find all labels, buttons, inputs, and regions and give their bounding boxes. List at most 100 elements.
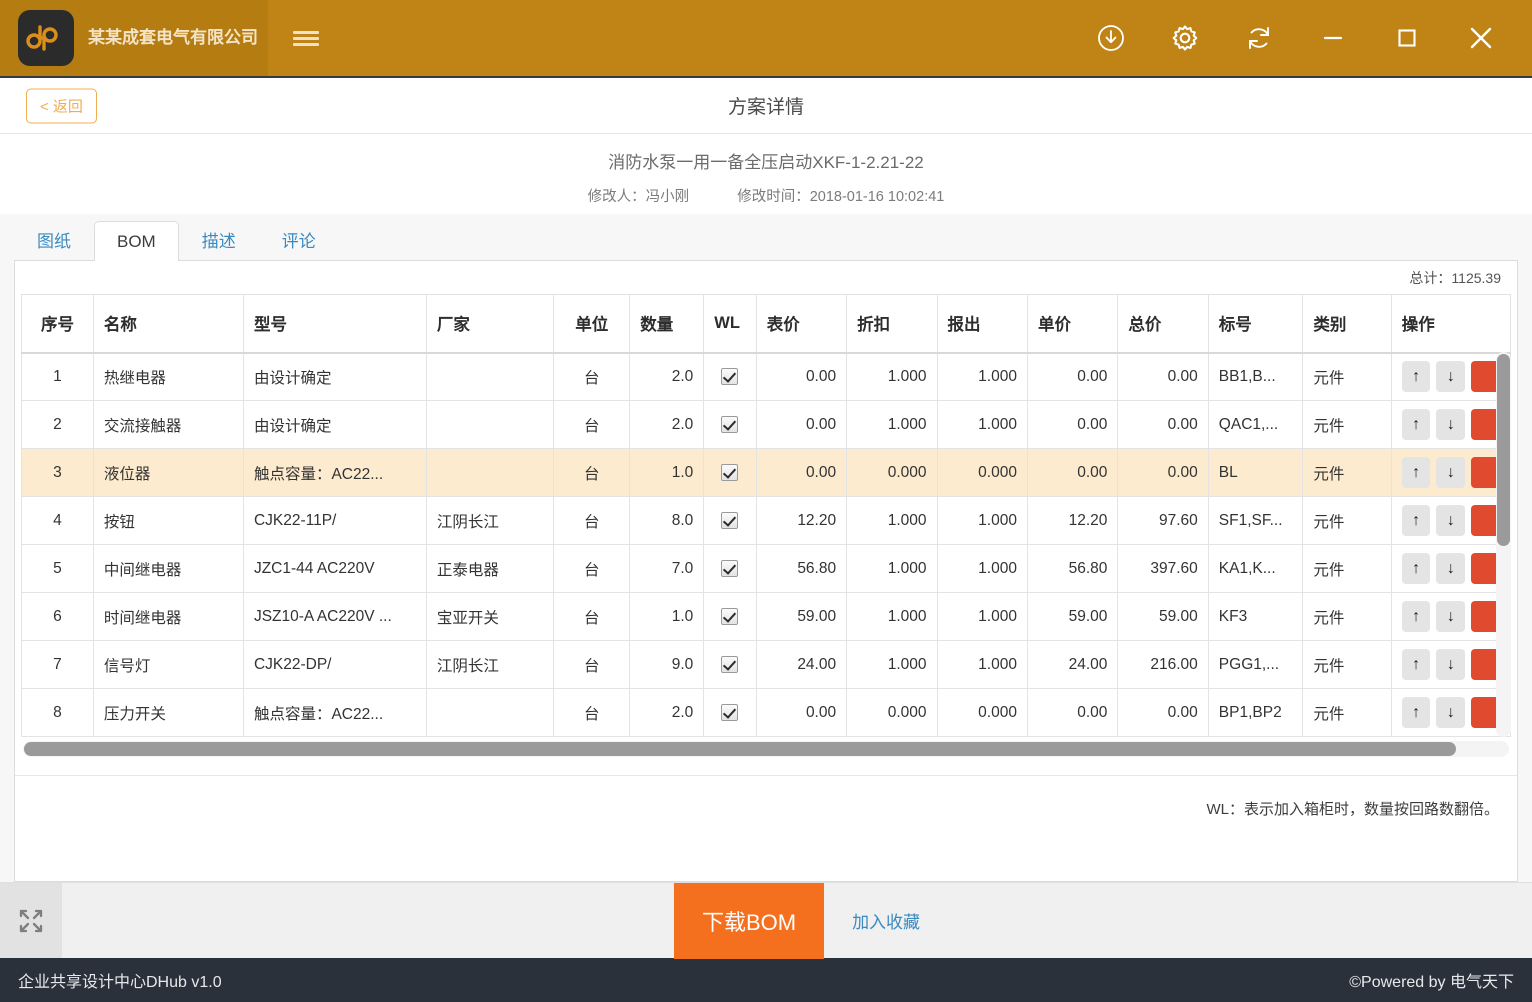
table-row[interactable]: 7 信号灯 CJK22-DP/江阴长江台 9.0 24.00 1.000 1.000 24.0… (21, 640, 1512, 689)
cell-maker[interactable] (425, 352, 555, 401)
move-up-icon[interactable]: ↑ (1401, 601, 1431, 632)
cell-model[interactable]: CJK22-DP/ (242, 640, 427, 689)
cell-maker[interactable]: 宝亚开关 (425, 592, 555, 641)
refresh-icon[interactable] (1222, 0, 1296, 77)
cell-quoted[interactable]: 1.000 (936, 352, 1028, 401)
cell-quantity[interactable]: 1.0 (629, 592, 705, 641)
fullscreen-icon[interactable] (0, 883, 62, 958)
cell-discount[interactable]: 1.000 (846, 400, 938, 449)
back-button[interactable]: < 返回 (26, 88, 97, 123)
col-header-list-price[interactable]: 表价 (755, 294, 848, 354)
move-up-icon[interactable]: ↑ (1401, 505, 1431, 536)
tab-bom[interactable]: BOM (94, 221, 179, 261)
table-row[interactable]: 2 交流接触器 由设计确定台 2.0 0.00 1.000 1.000 0.00 0.00 QAC… (21, 400, 1512, 449)
close-icon[interactable] (1444, 0, 1518, 77)
col-header-quoted[interactable]: 报出 (936, 294, 1028, 354)
cell-model[interactable]: 触点容量：AC22... (242, 448, 427, 497)
cell-discount[interactable]: 1.000 (846, 496, 938, 545)
tab-drawings[interactable]: 图纸 (14, 221, 94, 261)
cell-name[interactable]: 液位器 (92, 448, 244, 497)
cell-quantity[interactable]: 7.0 (629, 544, 705, 593)
col-header-name[interactable]: 名称 (92, 294, 244, 354)
move-down-icon[interactable]: ↓ (1436, 505, 1466, 536)
col-header-quantity[interactable]: 数量 (629, 294, 705, 354)
table-horizontal-scrollbar[interactable] (23, 741, 1509, 757)
table-row[interactable]: 5 中间继电器 JZC1-44 AC220V 正泰电器台 7.0 56.80 1.000 1.… (21, 544, 1512, 593)
col-header-maker[interactable]: 厂家 (425, 294, 555, 354)
cell-maker[interactable] (425, 688, 555, 737)
cell-quoted[interactable]: 1.000 (936, 592, 1028, 641)
wl-checkbox[interactable] (721, 511, 739, 529)
move-down-icon[interactable]: ↓ (1436, 457, 1466, 488)
cell-quantity[interactable]: 2.0 (629, 352, 705, 401)
gear-icon[interactable] (1148, 0, 1222, 77)
cell-maker[interactable] (425, 400, 555, 449)
cell-maker[interactable]: 正泰电器 (425, 544, 555, 593)
cell-quoted[interactable]: 1.000 (936, 544, 1028, 593)
move-down-icon[interactable]: ↓ (1436, 601, 1466, 632)
move-down-icon[interactable]: ↓ (1436, 553, 1466, 584)
maximize-icon[interactable] (1370, 0, 1444, 77)
cell-maker[interactable] (425, 448, 555, 497)
move-up-icon[interactable]: ↑ (1401, 457, 1431, 488)
cell-name[interactable]: 压力开关 (92, 688, 244, 737)
cell-list-price[interactable]: 0.00 (755, 448, 848, 497)
cell-quoted[interactable]: 0.000 (936, 448, 1028, 497)
move-down-icon[interactable]: ↓ (1436, 361, 1466, 393)
minimize-icon[interactable] (1296, 0, 1370, 77)
vertical-scrollbar-thumb[interactable] (1497, 354, 1510, 546)
table-row[interactable]: 6 时间继电器 JSZ10-A AC220V ... 宝亚开关台 1.0 59.00 1.0… (21, 592, 1512, 641)
cell-name[interactable]: 信号灯 (92, 640, 244, 689)
col-header-discount[interactable]: 折扣 (846, 294, 938, 354)
download-circle-icon[interactable] (1074, 0, 1148, 77)
table-row[interactable]: 4 按钮 CJK22-11P/江阴长江台 8.0 12.20 1.000 1.000 12.2… (21, 496, 1512, 545)
cell-list-price[interactable]: 0.00 (755, 688, 848, 737)
move-up-icon[interactable]: ↑ (1401, 649, 1431, 680)
cell-quantity[interactable]: 2.0 (629, 688, 705, 737)
cell-list-price[interactable]: 59.00 (755, 592, 848, 641)
tab-comments[interactable]: 评论 (259, 221, 339, 261)
cell-discount[interactable]: 0.000 (846, 448, 938, 497)
cell-quoted[interactable]: 0.000 (936, 688, 1028, 737)
cell-quantity[interactable]: 1.0 (629, 448, 705, 497)
col-header-index[interactable]: 序号 (21, 294, 94, 354)
add-favorite-link[interactable]: 加入收藏 (852, 908, 920, 933)
table-row[interactable]: 8 压力开关 触点容量：AC22... 台 2.0 0.00 0.000 0.000 0.00 0… (21, 688, 1512, 737)
cell-quantity[interactable]: 8.0 (629, 496, 705, 545)
table-row[interactable]: 1 热继电器 由设计确定台 2.0 0.00 1.000 1.000 0.00 0.00 BB1,… (21, 352, 1512, 401)
move-down-icon[interactable]: ↓ (1436, 409, 1466, 440)
cell-list-price[interactable]: 56.80 (755, 544, 848, 593)
move-up-icon[interactable]: ↑ (1401, 697, 1431, 728)
col-header-wl[interactable]: WL (703, 294, 757, 354)
cell-model[interactable]: CJK22-11P/ (242, 496, 427, 545)
cell-model[interactable]: 由设计确定 (242, 352, 427, 401)
move-down-icon[interactable]: ↓ (1436, 697, 1466, 728)
cell-maker[interactable]: 江阴长江 (425, 496, 555, 545)
wl-checkbox[interactable] (721, 368, 739, 386)
wl-checkbox[interactable] (721, 463, 739, 481)
cell-quantity[interactable]: 9.0 (629, 640, 705, 689)
cell-quantity[interactable]: 2.0 (629, 400, 705, 449)
cell-discount[interactable]: 0.000 (846, 688, 938, 737)
cell-list-price[interactable]: 12.20 (755, 496, 848, 545)
move-up-icon[interactable]: ↑ (1401, 361, 1431, 393)
tab-description[interactable]: 描述 (179, 221, 259, 261)
wl-checkbox[interactable] (721, 415, 739, 433)
wl-checkbox[interactable] (721, 703, 739, 721)
cell-name[interactable]: 时间继电器 (92, 592, 244, 641)
col-header-operations[interactable]: 操作 (1390, 294, 1512, 354)
menu-icon[interactable] (268, 0, 344, 76)
col-header-unit-price[interactable]: 单价 (1026, 294, 1119, 354)
move-up-icon[interactable]: ↑ (1401, 409, 1431, 440)
cell-name[interactable]: 按钮 (92, 496, 244, 545)
col-header-total-price[interactable]: 总价 (1117, 294, 1209, 354)
cell-quoted[interactable]: 1.000 (936, 640, 1028, 689)
cell-model[interactable]: 触点容量：AC22... (242, 688, 427, 737)
col-header-category[interactable]: 类别 (1302, 294, 1392, 354)
wl-checkbox[interactable] (721, 607, 739, 625)
table-row[interactable]: 3 液位器 触点容量：AC22... 台 1.0 0.00 0.000 0.000 0.00 0.… (21, 448, 1512, 497)
cell-list-price[interactable]: 0.00 (755, 400, 848, 449)
horizontal-scrollbar-thumb[interactable] (24, 742, 1456, 756)
move-down-icon[interactable]: ↓ (1436, 649, 1466, 680)
wl-checkbox[interactable] (721, 655, 739, 673)
